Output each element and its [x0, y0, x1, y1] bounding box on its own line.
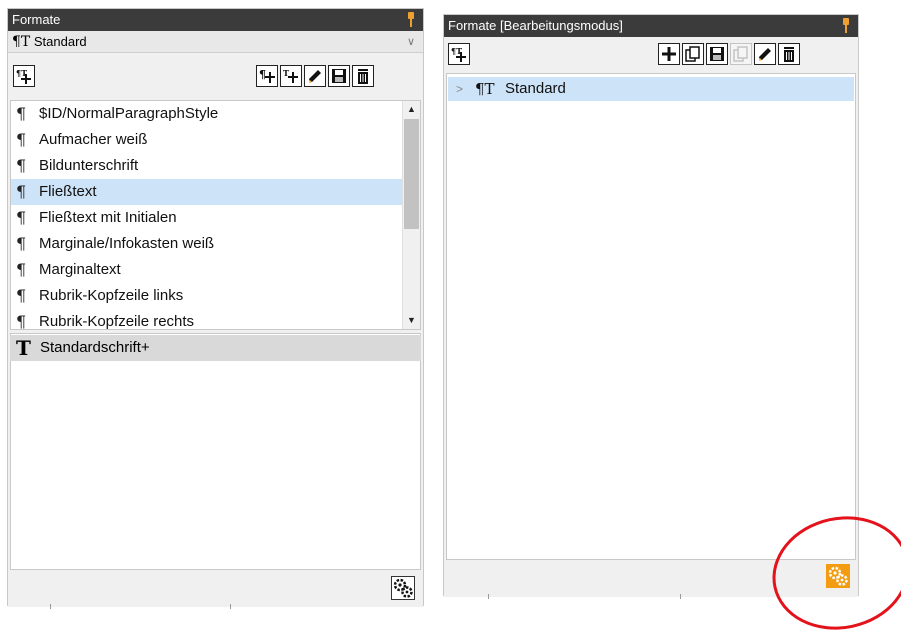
list-item[interactable]: ¶ Aufmacher weiß — [11, 127, 403, 153]
scrollbar-thumb[interactable] — [404, 119, 419, 229]
copy-disabled-button[interactable] — [730, 43, 752, 65]
styles-panel-edit-mode: Formate [Bearbeitungsmodus] ¶T > ¶T Stan… — [443, 14, 859, 597]
scroll-up-arrow-icon[interactable]: ▲ — [403, 101, 420, 118]
delete-style-button[interactable] — [352, 65, 374, 87]
panel-footer — [8, 571, 423, 607]
svg-text:¶: ¶ — [259, 68, 266, 81]
pin-icon[interactable] — [407, 12, 415, 27]
character-style-item[interactable]: T Standardschrift+ — [10, 335, 421, 361]
tree-item-standard[interactable]: > ¶T Standard — [448, 77, 854, 101]
character-style-list[interactable] — [10, 333, 421, 570]
add-button[interactable] — [658, 43, 680, 65]
pilcrow-icon: ¶ — [16, 130, 27, 149]
edit-mode-button[interactable] — [391, 576, 415, 600]
divider — [50, 604, 51, 609]
pilcrow-icon: ¶ — [16, 234, 27, 253]
list-item[interactable]: ¶ Marginale/Infokasten weiß — [11, 231, 403, 257]
pilcrow-icon: ¶ — [16, 208, 27, 227]
pilcrow-icon: ¶ — [16, 104, 27, 123]
dropdown-selected: Standard — [33, 34, 87, 49]
vertical-scrollbar[interactable]: ▲ ▼ — [402, 101, 420, 329]
style-tree[interactable] — [446, 73, 856, 560]
delete-style-button[interactable] — [778, 43, 800, 65]
expand-arrow-icon[interactable]: > — [456, 77, 463, 101]
list-item[interactable]: ¶ Marginaltext — [11, 257, 403, 283]
character-style-icon: T — [16, 336, 31, 360]
panel-titlebar[interactable]: Formate [Bearbeitungsmodus] — [444, 15, 858, 37]
pilcrow-icon: ¶ — [16, 286, 27, 305]
new-style-group-icon: ¶T — [451, 46, 466, 62]
chevron-down-icon[interactable]: ∨ — [407, 31, 415, 53]
new-paragraph-style-icon: ¶ — [259, 68, 275, 83]
pilcrow-icon: ¶ — [16, 312, 27, 330]
edit-style-button[interactable] — [304, 65, 326, 87]
divider — [230, 604, 231, 609]
edit-pencil-icon — [309, 70, 321, 83]
list-item-selected[interactable]: ¶ Fließtext — [11, 179, 403, 205]
trash-icon — [358, 69, 368, 84]
new-character-style-icon: T — [283, 68, 298, 83]
list-item[interactable]: ¶ Rubrik-Kopfzeile links — [11, 283, 403, 309]
plus-icon — [662, 47, 676, 61]
pin-icon[interactable] — [842, 18, 850, 33]
new-style-group-button[interactable]: ¶T — [13, 65, 35, 87]
save-icon — [710, 47, 724, 61]
edit-style-button[interactable] — [754, 43, 776, 65]
panel-title: Formate [Bearbeitungsmodus] — [448, 18, 623, 33]
gears-icon — [393, 578, 413, 598]
scroll-down-arrow-icon[interactable]: ▼ — [403, 312, 420, 329]
new-style-group-icon: ¶T — [16, 68, 31, 84]
list-item[interactable]: ¶ $ID/NormalParagraphStyle — [11, 101, 403, 127]
copy-icon — [685, 46, 700, 62]
trash-icon — [784, 47, 794, 62]
copy-icon — [733, 46, 748, 62]
pilcrow-icon: ¶ — [16, 260, 27, 279]
list-item[interactable]: ¶ Bildunterschrift — [11, 153, 403, 179]
new-style-group-button[interactable]: ¶T — [448, 43, 470, 65]
style-set-dropdown[interactable]: ¶T Standard ∨ — [8, 31, 423, 53]
styles-panel: Formate ¶T Standard ∨ ¶T ¶ T ¶ $ID/Norma… — [7, 8, 424, 607]
paragraph-text-icon: ¶T — [475, 80, 495, 98]
panel-title: Formate — [12, 12, 61, 27]
save-icon — [332, 69, 346, 83]
paragraph-style-list[interactable]: ¶ $ID/NormalParagraphStyle ¶ Aufmacher wei… — [10, 100, 421, 330]
panel-titlebar[interactable]: Formate — [8, 9, 423, 31]
save-style-button[interactable] — [706, 43, 728, 65]
save-style-button[interactable] — [328, 65, 350, 87]
list-item[interactable]: ¶ Fließtext mit Initialen — [11, 205, 403, 231]
new-character-style-button[interactable]: T — [280, 65, 302, 87]
pilcrow-icon: ¶ — [16, 182, 27, 201]
list-item[interactable]: ¶ Rubrik-Kopfzeile rechts — [11, 309, 403, 330]
duplicate-button[interactable] — [682, 43, 704, 65]
new-paragraph-style-button[interactable]: ¶ — [256, 65, 278, 87]
edit-pencil-icon — [759, 48, 771, 61]
pilcrow-icon: ¶ — [16, 156, 27, 175]
paragraph-text-icon: ¶T — [12, 34, 31, 50]
divider — [680, 594, 681, 599]
divider — [488, 594, 489, 599]
